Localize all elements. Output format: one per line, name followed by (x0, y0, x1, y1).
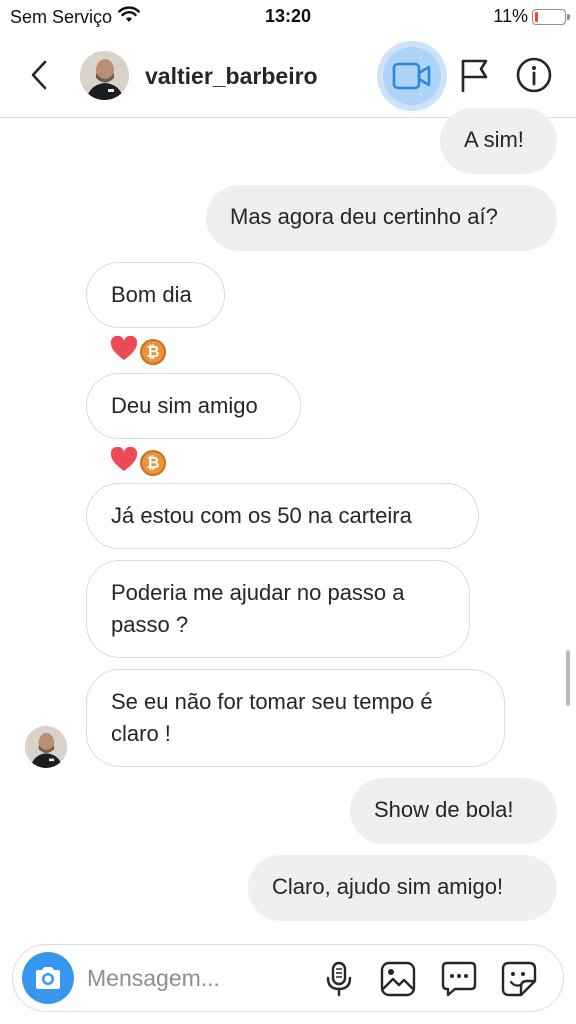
message-input[interactable] (87, 961, 317, 995)
battery-status: 11% (493, 6, 570, 27)
message-bubble-received[interactable]: Se eu não for tomar seu tempo é claro ! (86, 669, 505, 767)
image-icon (380, 961, 416, 997)
message-bubble-sent[interactable]: A sim! (440, 108, 557, 174)
info-button[interactable] (515, 56, 553, 94)
heart-reaction-icon (110, 335, 138, 367)
microphone-icon (326, 961, 352, 997)
sticker-icon (501, 961, 537, 997)
sender-avatar[interactable] (25, 726, 67, 768)
video-camera-icon (392, 62, 431, 90)
camera-icon (36, 967, 60, 989)
microphone-button[interactable] (319, 959, 359, 999)
chevron-left-icon (31, 60, 47, 90)
message-bubble-received[interactable]: Já estou com os 50 na carteira (86, 483, 479, 549)
bitcoin-reaction-icon: ₿ (140, 449, 166, 476)
bitcoin-reaction-icon: ₿ (140, 338, 166, 365)
video-call-button[interactable] (377, 41, 447, 111)
battery-level (535, 11, 538, 22)
avatar[interactable] (80, 51, 129, 100)
status-bar: Sem Serviço 13:20 11% (0, 0, 576, 34)
message-composer (12, 944, 564, 1012)
battery-percent: 11% (493, 6, 528, 26)
message-bubble-received[interactable]: Bom dia (86, 262, 225, 328)
chat-username[interactable]: valtier_barbeiro (145, 63, 318, 90)
chat-header: valtier_barbeiro (0, 34, 576, 118)
message-reactions[interactable]: ₿ (110, 446, 166, 478)
chat-bubble-icon (441, 961, 477, 997)
message-bubble-sent[interactable]: Claro, ajudo sim amigo! (248, 855, 557, 921)
message-reactions[interactable]: ₿ (110, 335, 166, 367)
camera-button[interactable] (22, 952, 74, 1004)
status-time: 13:20 (264, 6, 312, 26)
sticker-button[interactable] (499, 959, 539, 999)
scrollbar-thumb[interactable] (566, 650, 570, 706)
flag-icon (461, 59, 488, 92)
message-bubble-sent[interactable]: Show de bola! (350, 778, 557, 844)
gallery-button[interactable] (378, 959, 418, 999)
video-call-highlight (383, 47, 441, 105)
report-button[interactable] (456, 56, 492, 94)
info-icon (516, 57, 552, 93)
quick-reply-button[interactable] (439, 959, 479, 999)
message-bubble-received[interactable]: Poderia me ajudar no passo a passo ? (86, 560, 470, 658)
battery-icon (532, 8, 570, 25)
message-bubble-sent[interactable]: Mas agora deu certinho aí? (206, 185, 557, 251)
message-bubble-received[interactable]: Deu sim amigo (86, 373, 301, 439)
back-button[interactable] (22, 58, 56, 92)
heart-reaction-icon (110, 446, 138, 478)
